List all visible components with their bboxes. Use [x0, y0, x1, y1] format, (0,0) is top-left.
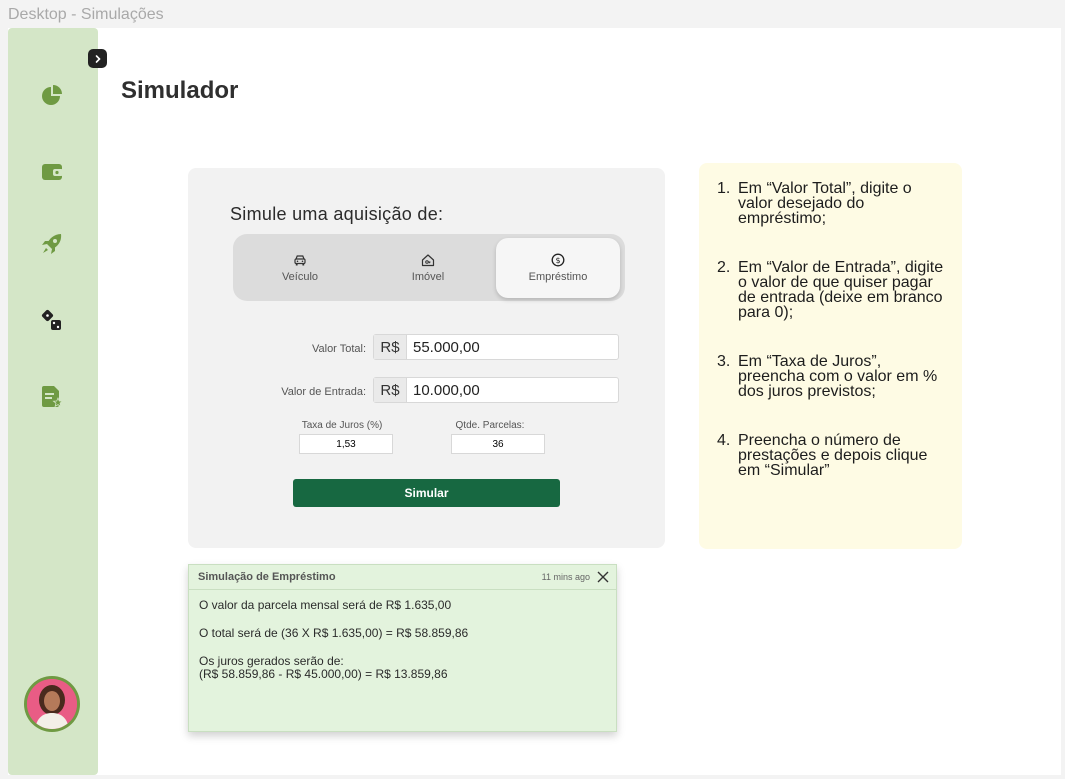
pie-chart-icon — [42, 85, 62, 105]
instruction-number: 3. — [717, 353, 731, 370]
monthly-installment-text: O valor da parcela mensal será de R$ 1.6… — [199, 598, 452, 612]
simulator-panel: Simule uma aquisição de: Veículo Imóvel — [188, 168, 665, 548]
dice-icon — [41, 309, 61, 330]
dollar-coin-icon: $ — [551, 253, 565, 267]
house-icon — [421, 254, 435, 267]
total-value-field[interactable]: R$ — [373, 334, 619, 360]
toast-timestamp: 11 mins ago — [541, 572, 590, 582]
document-star-icon — [42, 386, 64, 408]
option-vehicle[interactable]: Veículo — [238, 238, 362, 298]
acquisition-type-selector: Veículo Imóvel $ Empréstimo — [233, 234, 625, 301]
down-payment-input[interactable] — [407, 378, 618, 402]
installments-label: Qtde. Parcelas: — [455, 420, 525, 431]
sidebar-item-games[interactable] — [39, 308, 65, 334]
instruction-item: 4. Preencha o número de prestações e dep… — [717, 432, 949, 479]
option-loan[interactable]: $ Empréstimo — [496, 238, 620, 298]
interest-rate-label: Taxa de Juros (%) — [301, 420, 383, 431]
result-toast: Simulação de Empréstimo 11 mins ago O va… — [188, 564, 617, 732]
interest-calculation-text: (R$ 58.859,86 - R$ 45.000,00) = R$ 13.85… — [199, 667, 448, 681]
sidebar-item-wallet[interactable] — [39, 158, 65, 184]
window-title: Desktop - Simulações — [8, 6, 164, 23]
page-title: Simulador — [121, 77, 239, 104]
instruction-text: Em “Taxa de Juros”, preencha com o valor… — [738, 353, 938, 400]
person-avatar-icon — [27, 679, 77, 729]
currency-prefix: R$ — [374, 335, 407, 359]
car-icon — [294, 255, 306, 266]
instruction-item: 3. Em “Taxa de Juros”, preencha com o va… — [717, 353, 949, 400]
instructions-panel: 1. Em “Valor Total”, digite o valor dese… — [699, 163, 962, 549]
currency-prefix: R$ — [374, 378, 407, 402]
total-value-input[interactable] — [407, 335, 618, 359]
sidebar-item-goals[interactable] — [39, 231, 65, 257]
option-property-label: Imóvel — [411, 271, 445, 283]
sidebar — [8, 28, 98, 775]
toast-title: Simulação de Empréstimo — [198, 571, 336, 583]
wallet-icon — [42, 164, 63, 180]
simulator-heading: Simule uma aquisição de: — [230, 204, 444, 224]
instruction-text: Preencha o número de prestações e depois… — [738, 432, 928, 479]
total-value-label: Valor Total: — [311, 343, 366, 355]
user-avatar[interactable] — [24, 676, 80, 732]
option-vehicle-label: Veículo — [281, 271, 319, 283]
instruction-item: 2. Em “Valor de Entrada”, digite o valor… — [717, 259, 949, 321]
instruction-number: 2. — [717, 259, 731, 276]
instruction-number: 4. — [717, 432, 731, 449]
instruction-number: 1. — [717, 180, 731, 197]
app-canvas: Simulador Simule uma aquisição de: Veícu… — [8, 28, 1061, 775]
rocket-icon — [42, 234, 62, 254]
avatar-photo — [27, 679, 77, 729]
toast-body: O valor da parcela mensal será de R$ 1.6… — [189, 590, 616, 690]
instruction-item: 1. Em “Valor Total”, digite o valor dese… — [717, 180, 949, 227]
chevron-right-icon — [95, 54, 101, 63]
option-property[interactable]: Imóvel — [366, 238, 490, 298]
toast-header: Simulação de Empréstimo 11 mins ago — [189, 565, 616, 590]
installments-input[interactable] — [451, 434, 545, 454]
simulate-button[interactable]: Simular — [293, 479, 560, 507]
instructions-list: 1. Em “Valor Total”, digite o valor dese… — [717, 181, 949, 512]
down-payment-label: Valor de Entrada: — [281, 386, 366, 398]
down-payment-field[interactable]: R$ — [373, 377, 619, 403]
svg-text:$: $ — [555, 256, 560, 265]
sidebar-item-dashboard[interactable] — [39, 83, 65, 109]
instruction-text: Em “Valor Total”, digite o valor desejad… — [738, 180, 912, 227]
instruction-text: Em “Valor de Entrada”, digite o valor de… — [738, 259, 944, 321]
total-amount-text: O total será de (36 X R$ 1.635,00) = R$ … — [199, 626, 469, 640]
option-loan-label: Empréstimo — [528, 271, 588, 283]
close-icon[interactable] — [596, 570, 610, 584]
sidebar-toggle-button[interactable] — [88, 49, 107, 68]
interest-rate-input[interactable] — [299, 434, 393, 454]
sidebar-item-reports[interactable] — [39, 383, 65, 409]
